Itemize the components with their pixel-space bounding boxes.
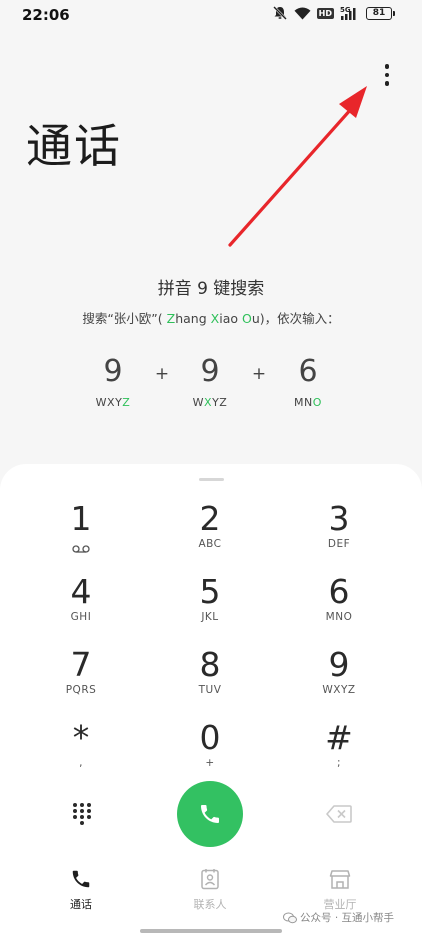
hint-plus-sign: + [251, 364, 267, 384]
hint-letters-highlight: Z [122, 396, 131, 409]
dialpad-key-star[interactable]: * , [26, 719, 136, 785]
key-letters: WXYZ [322, 684, 356, 696]
desc-highlight-x: X [210, 311, 220, 326]
keypad-toggle-icon[interactable] [72, 802, 92, 826]
dialpad-key-3[interactable]: 3 DEF [284, 500, 394, 566]
desc-highlight-o: O [241, 311, 252, 326]
call-button[interactable] [177, 781, 243, 847]
hint-letters-highlight: O [312, 396, 322, 409]
key-letters: GHI [70, 611, 92, 623]
nav-tab-contacts[interactable]: 联系人 [165, 868, 255, 912]
dialpad-key-8[interactable]: 8 TUV [155, 646, 265, 712]
hint-example-letters: WXYZ [83, 396, 143, 409]
hint-letters-tail: YZ [212, 396, 228, 409]
dialpad-key-1[interactable]: 1 [26, 500, 136, 566]
watermark-text: 公众号 · 互通小帮手 [300, 912, 395, 924]
key-digit: 8 [199, 645, 221, 684]
dialpad-key-9[interactable]: 9 WXYZ [284, 646, 394, 712]
key-letters: , [79, 757, 83, 769]
panel-drag-handle[interactable] [199, 478, 224, 481]
key-digit: 7 [70, 645, 92, 684]
key-letters: PQRS [65, 684, 97, 696]
key-letters: ABC [198, 538, 222, 550]
store-icon [329, 870, 351, 889]
dialpad-key-6[interactable]: 6 MNO [284, 573, 394, 639]
key-digit: 3 [328, 499, 350, 538]
desc-text-iao: iao [219, 311, 242, 326]
nav-tab-calls[interactable]: 通话 [36, 868, 126, 912]
key-letters: TUV [198, 684, 222, 696]
key-letters: JKL [201, 611, 219, 623]
backspace-icon[interactable] [326, 805, 352, 823]
key-digit: 0 [199, 718, 221, 757]
home-indicator[interactable] [140, 929, 282, 933]
key-letters: DEF [327, 538, 351, 550]
desc-prefix: 搜索“张小欧”( [82, 311, 167, 326]
hint-example-digit: 9 [103, 354, 123, 389]
voicemail-icon [72, 545, 90, 553]
key-letters: MNO [325, 611, 353, 623]
hint-plus-sign: + [154, 364, 170, 384]
desc-text-hang: hang [175, 311, 211, 326]
watermark: 公众号 · 互通小帮手 [283, 910, 394, 925]
hint-example-letters: WXYZ [180, 396, 240, 409]
phone-icon [201, 805, 219, 823]
key-digit: 6 [328, 572, 350, 611]
key-letters: + [205, 757, 215, 769]
hint-example-digit: 6 [298, 354, 318, 389]
key-digit: 5 [199, 572, 221, 611]
nav-tab-store[interactable]: 营业厅 [295, 868, 385, 912]
dialpad-key-7[interactable]: 7 PQRS [26, 646, 136, 712]
desc-suffix: )，依次输入： [259, 311, 340, 326]
dialpad-key-0[interactable]: 0 + [155, 719, 265, 785]
dialpad-key-5[interactable]: 5 JKL [155, 573, 265, 639]
key-digit: 4 [70, 572, 92, 611]
key-digit: 1 [70, 499, 92, 538]
key-digit: # [325, 718, 353, 757]
pinyin-search-title: 拼音 9 键搜索 [157, 279, 265, 299]
wechat-icon [283, 912, 297, 923]
hint-letters-highlight: X [204, 396, 213, 409]
hint-letters-plain: W [192, 396, 205, 409]
desc-highlight-z: Z [166, 311, 176, 326]
key-digit: * [72, 718, 90, 757]
key-letters: ; [336, 757, 342, 769]
pinyin-search-description: 搜索“张小欧”( Zhang Xiao Ou)，依次输入： [0, 308, 422, 327]
key-digit: 2 [199, 499, 221, 538]
hint-example-digit: 9 [200, 354, 220, 389]
hint-letters-plain: MN [294, 396, 313, 409]
dialpad-key-2[interactable]: 2 ABC [155, 500, 265, 566]
contacts-icon [201, 869, 219, 890]
nav-label: 通话 [70, 898, 92, 911]
dialpad-key-4[interactable]: 4 GHI [26, 573, 136, 639]
desc-text-u: u [251, 311, 260, 326]
phone-icon [72, 870, 90, 888]
hint-letters-plain: WXY [95, 396, 123, 409]
dialpad-key-hash[interactable]: # ; [284, 719, 394, 785]
annotation-arrow-icon [228, 86, 367, 247]
nav-label: 联系人 [193, 898, 227, 911]
hint-example-letters: MNO [278, 396, 338, 409]
key-digit: 9 [328, 645, 350, 684]
